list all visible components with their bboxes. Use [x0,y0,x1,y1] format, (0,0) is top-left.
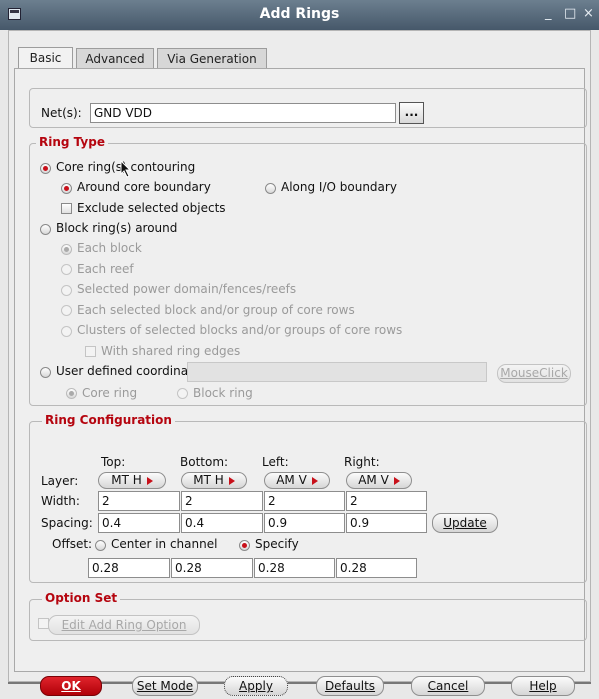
bottom-width-input[interactable]: 2 [181,491,263,511]
each-reef-label: Each reef [77,262,134,276]
tab-via-generation[interactable]: Via Generation [157,48,267,68]
core-ring-option-label: Core ring [82,386,138,400]
right-spacing-input[interactable]: 0.9 [346,513,427,533]
each-reef-radio[interactable] [61,264,72,275]
around-core-label: Around core boundary [77,180,211,194]
top-layer-menu[interactable]: MT H [98,472,166,489]
each-selected-block-label: Each selected block and/or group of core… [77,303,355,317]
help-button[interactable]: Help [511,676,575,696]
left-layer-menu[interactable]: AM V [264,472,330,489]
left-offset-input[interactable]: 0.28 [254,558,335,578]
menu-arrow-icon [228,476,235,485]
right-layer-menu[interactable]: AM V [346,472,412,489]
bottom-layer-value: MT H [193,473,224,487]
cancel-button[interactable]: Cancel [411,676,485,696]
top-width-input[interactable]: 2 [98,491,180,511]
menu-arrow-icon [311,476,318,485]
spacing-label: Spacing: [41,516,93,530]
bottom-spacing-input[interactable]: 0.4 [181,513,263,533]
each-block-radio[interactable] [61,244,72,255]
clusters-label: Clusters of selected blocks and/or group… [77,323,403,337]
shared-edges-label: With shared ring edges [101,344,241,358]
set-mode-button[interactable]: Set Mode [132,676,198,696]
left-column-label: Left: [262,455,289,469]
edit-add-ring-option-button[interactable]: Edit Add Ring Option [48,615,200,635]
exclude-selected-checkbox[interactable] [61,203,72,214]
selected-power-domain-label: Selected power domain/fences/reefs [77,282,297,296]
block-rings-label: Block ring(s) around [56,221,178,235]
update-button[interactable]: Update [432,513,498,533]
clusters-radio[interactable] [61,326,72,337]
nets-input[interactable]: GND VDD [90,103,396,123]
right-layer-value: AM V [358,473,389,487]
each-block-label: Each block [77,241,142,255]
shared-edges-checkbox[interactable] [85,346,96,357]
bottom-column-label: Bottom: [180,455,229,469]
title-bar: Add Rings _ □ × [0,0,599,30]
top-spacing-input[interactable]: 0.4 [98,513,180,533]
bottom-layer-menu[interactable]: MT H [181,472,247,489]
bottom-offset-input[interactable]: 0.28 [171,558,253,578]
block-ring-option-radio[interactable] [177,388,188,399]
minimize-icon[interactable]: _ [545,6,552,21]
block-ring-option-label: Block ring [193,386,253,400]
around-core-radio[interactable] [61,183,72,194]
right-offset-input[interactable]: 0.28 [336,558,417,578]
left-layer-value: AM V [276,473,307,487]
selected-power-domain-radio[interactable] [61,285,72,296]
center-in-channel-radio[interactable] [95,540,106,551]
core-ring-option-radio[interactable] [66,388,77,399]
option-set-title: Option Set [42,591,121,605]
nets-browse-button[interactable]: ... [399,102,424,124]
menu-arrow-icon [393,476,400,485]
offset-label: Offset: [52,537,93,551]
user-defined-coordinates-input[interactable] [187,362,487,382]
maximize-icon[interactable]: □ [564,6,576,21]
close-icon[interactable]: × [583,6,594,21]
right-width-input[interactable]: 2 [346,491,427,511]
core-ring-radio[interactable] [40,163,51,174]
mouse-click-button[interactable]: MouseClick [497,364,571,383]
left-spacing-input[interactable]: 0.9 [264,513,345,533]
top-offset-input[interactable]: 0.28 [88,558,170,578]
apply-button[interactable]: Apply [224,676,288,696]
block-rings-radio[interactable] [40,224,51,235]
tab-advanced[interactable]: Advanced [76,48,154,68]
right-column-label: Right: [344,455,380,469]
width-label: Width: [41,494,80,508]
each-selected-block-radio[interactable] [61,305,72,316]
layer-label: Layer: [41,474,79,488]
user-defined-radio[interactable] [40,367,51,378]
ring-type-title: Ring Type [36,135,108,149]
specify-radio[interactable] [239,540,250,551]
defaults-button[interactable]: Defaults [316,676,384,696]
menu-arrow-icon [146,476,153,485]
nets-label: Net(s): [41,106,82,120]
top-layer-value: MT H [111,473,142,487]
specify-label: Specify [255,537,299,551]
window-title: Add Rings [259,6,340,22]
top-column-label: Top: [101,455,126,469]
center-in-channel-label: Center in channel [111,537,218,551]
ok-button[interactable]: OK [40,676,102,696]
ring-config-title: Ring Configuration [42,413,175,427]
mouse-cursor-icon [120,160,132,178]
exclude-selected-label: Exclude selected objects [77,201,226,215]
along-io-label: Along I/O boundary [281,180,397,194]
tab-basic[interactable]: Basic [18,47,73,69]
left-width-input[interactable]: 2 [264,491,345,511]
along-io-radio[interactable] [265,183,276,194]
